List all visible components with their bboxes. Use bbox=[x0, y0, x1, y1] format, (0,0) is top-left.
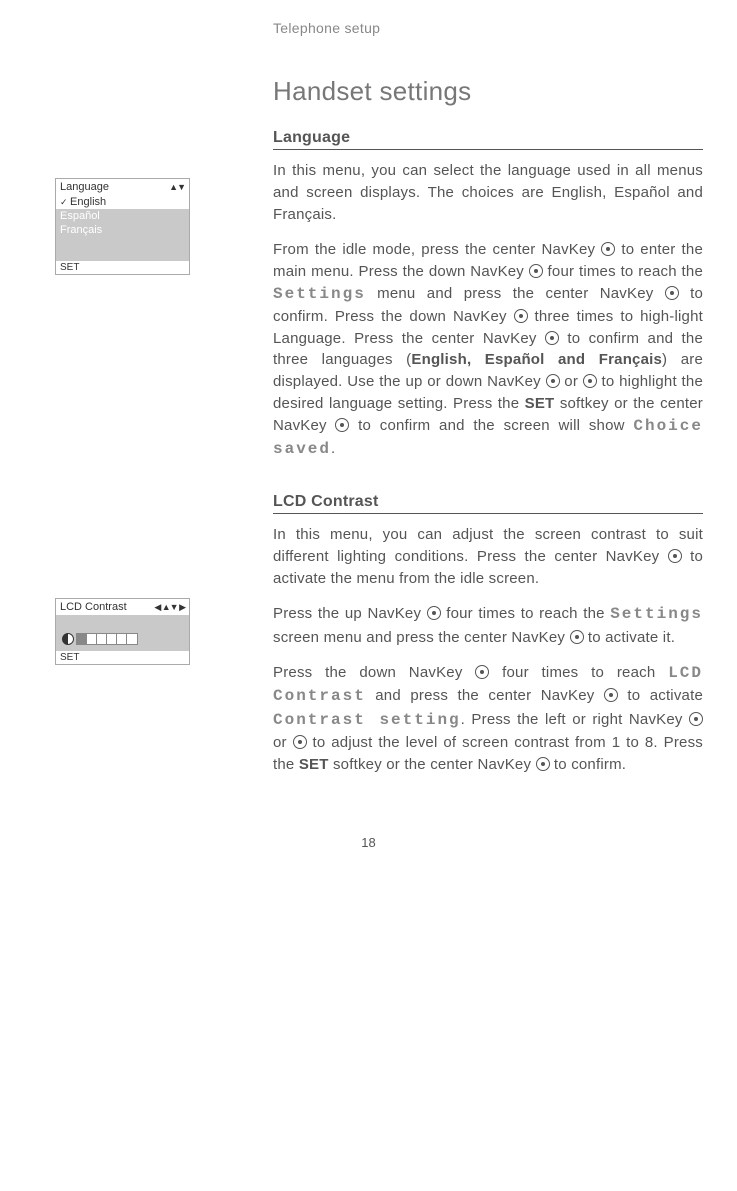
navkey-up-icon bbox=[546, 374, 560, 388]
softkey-set: SET bbox=[56, 651, 189, 664]
navkey-center-icon bbox=[545, 331, 559, 345]
section-heading-contrast: LCD Contrast bbox=[273, 493, 703, 514]
lang-option-espanol: Español bbox=[56, 209, 189, 223]
navkey-left-icon bbox=[689, 712, 703, 726]
contrast-intro: In this menu, you can adjust the screen … bbox=[273, 524, 703, 589]
contrast-bar bbox=[62, 633, 183, 645]
navkey-center-icon bbox=[335, 418, 349, 432]
side-title: LCD Contrast bbox=[60, 601, 127, 613]
navkey-center-icon bbox=[665, 286, 679, 300]
nav-arrows-icon: ◀ ▲▼ ▶ bbox=[154, 602, 185, 613]
softkey-set: SET bbox=[56, 261, 189, 274]
navkey-center-icon bbox=[601, 242, 615, 256]
contrast-icon bbox=[62, 633, 74, 645]
running-head: Telephone setup bbox=[273, 20, 679, 36]
side-screen-contrast: LCD Contrast ◀ ▲▼ ▶ SET bbox=[55, 598, 190, 665]
page-title: Handset settings bbox=[273, 76, 703, 107]
navkey-up-icon bbox=[427, 606, 441, 620]
contrast-level-bars bbox=[76, 633, 138, 645]
navkey-down-icon bbox=[529, 264, 543, 278]
contrast-step-adjust: Press the down NavKey four times to reac… bbox=[273, 662, 703, 775]
navkey-right-icon bbox=[293, 735, 307, 749]
language-intro: In this menu, you can select the languag… bbox=[273, 160, 703, 225]
navkey-down-icon bbox=[514, 309, 528, 323]
page-number: 18 bbox=[58, 835, 679, 850]
updown-arrows-icon: ▲▼ bbox=[169, 182, 185, 192]
contrast-step-settings: Press the up NavKey four times to reach … bbox=[273, 603, 703, 648]
lang-option-francais: Français bbox=[56, 223, 189, 237]
lang-option-english: English bbox=[56, 195, 189, 209]
navkey-center-icon bbox=[570, 630, 584, 644]
side-title: Language bbox=[60, 181, 109, 193]
section-heading-language: Language bbox=[273, 129, 703, 150]
navkey-down-icon bbox=[583, 374, 597, 388]
navkey-center-icon bbox=[604, 688, 618, 702]
side-screen-language: Language ▲▼ English Español Français SET bbox=[55, 178, 190, 275]
navkey-center-icon bbox=[668, 549, 682, 563]
language-steps: From the idle mode, press the center Nav… bbox=[273, 239, 703, 461]
navkey-down-icon bbox=[475, 665, 489, 679]
navkey-center-icon bbox=[536, 757, 550, 771]
